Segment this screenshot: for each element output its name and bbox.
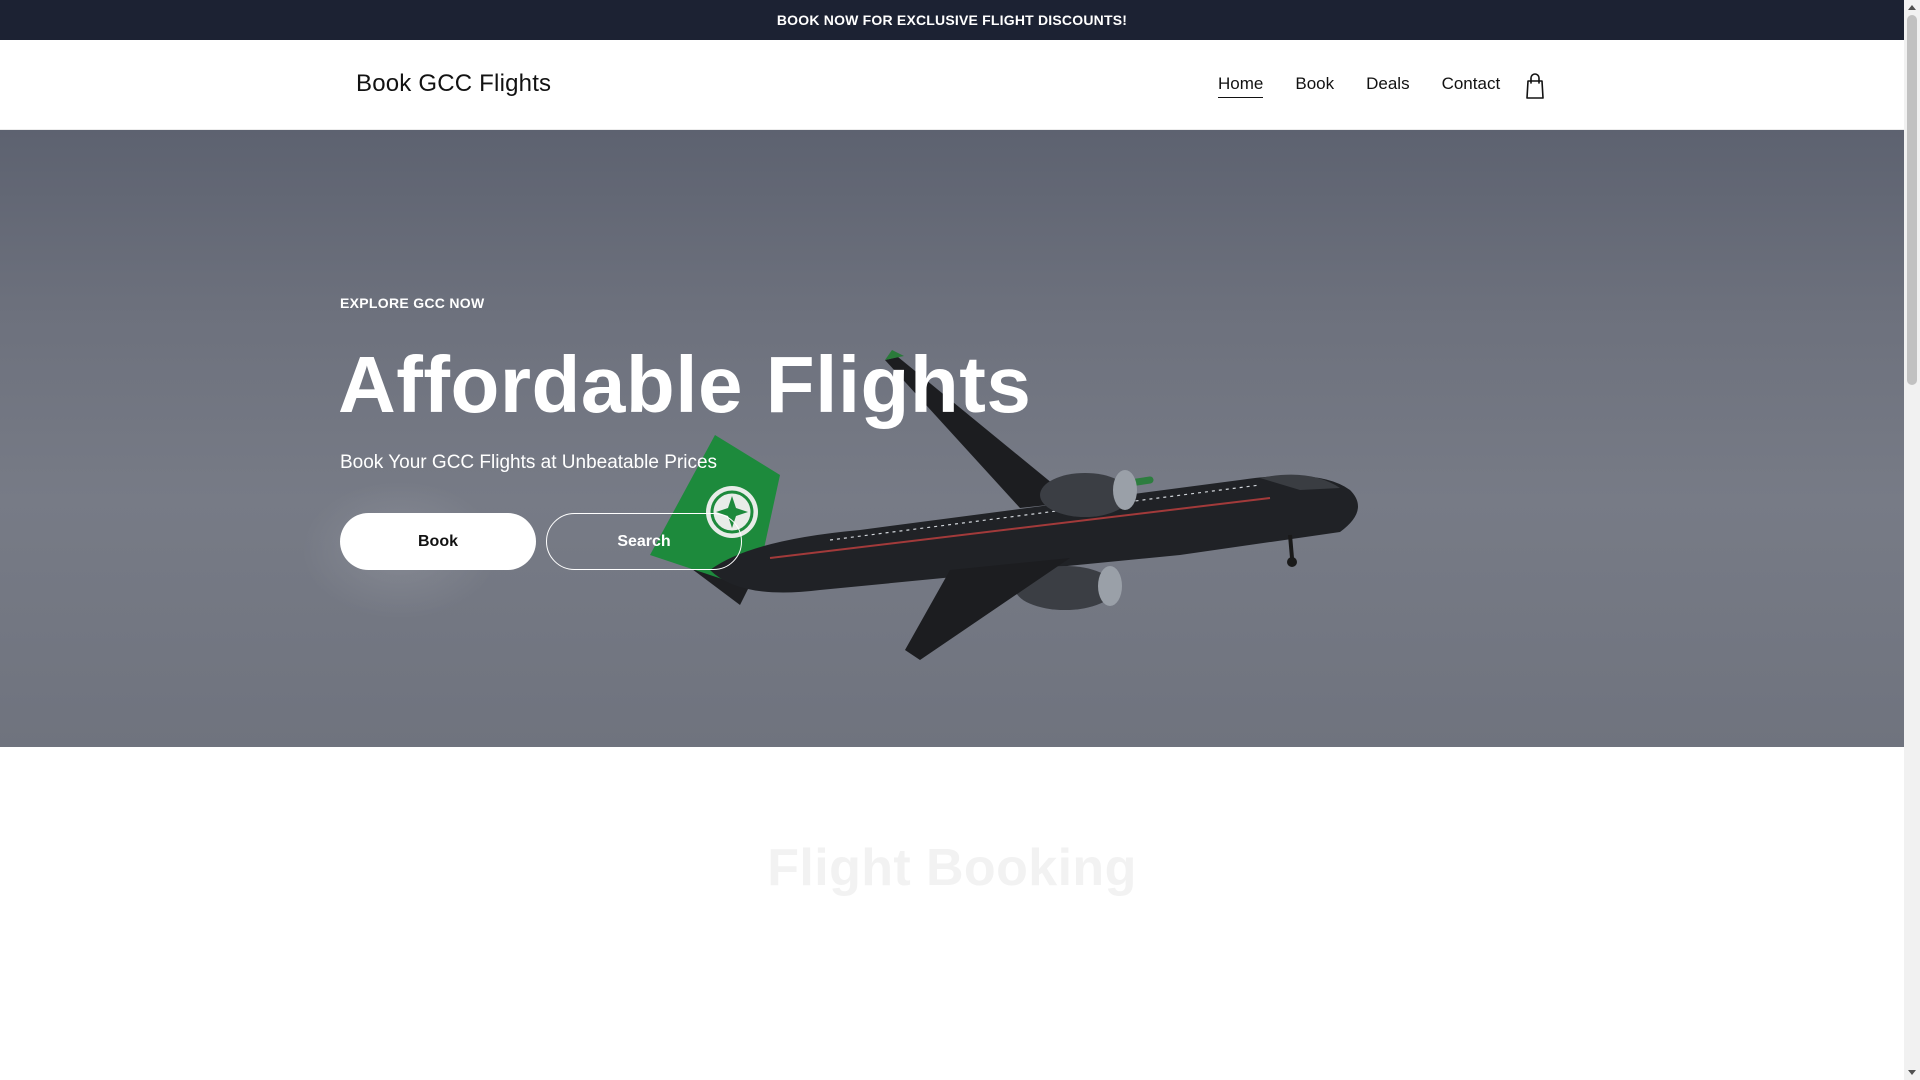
scrollbar-thumb[interactable] [1907, 15, 1917, 385]
main-nav: Home Book Deals Contact [1218, 74, 1532, 98]
scroll-up-arrow-icon[interactable] [1904, 0, 1920, 14]
scroll-down-arrow-icon[interactable] [1904, 1066, 1920, 1080]
announcement-bar: BOOK NOW FOR EXCLUSIVE FLIGHT DISCOUNTS! [0, 0, 1904, 40]
nav-deals[interactable]: Deals [1366, 74, 1409, 98]
hero-title: Affordable Flights [338, 340, 1032, 429]
shopping-bag-icon[interactable] [1522, 72, 1548, 100]
page: BOOK NOW FOR EXCLUSIVE FLIGHT DISCOUNTS!… [0, 0, 1904, 1080]
brand-logo-link[interactable]: Book GCC Flights [356, 70, 551, 98]
hero-banner: EXPLORE GCC NOW Affordable Flights Book … [0, 130, 1904, 747]
announcement-text: BOOK NOW FOR EXCLUSIVE FLIGHT DISCOUNTS! [776, 12, 1128, 28]
nav-home[interactable]: Home [1218, 74, 1264, 98]
hero-eyebrow: EXPLORE GCC NOW [340, 295, 485, 311]
nav-contact[interactable]: Contact [1442, 74, 1501, 98]
hero-subtitle: Book Your GCC Flights at Unbeatable Pric… [340, 452, 718, 473]
airplane-image [650, 350, 1358, 660]
search-button[interactable]: Search [546, 513, 742, 570]
site-header: Book GCC Flights Home Book Deals Contact [0, 40, 1904, 130]
section-title: Flight Booking [767, 839, 1137, 897]
book-button[interactable]: Book [340, 513, 536, 570]
nav-book[interactable]: Book [1295, 74, 1334, 98]
